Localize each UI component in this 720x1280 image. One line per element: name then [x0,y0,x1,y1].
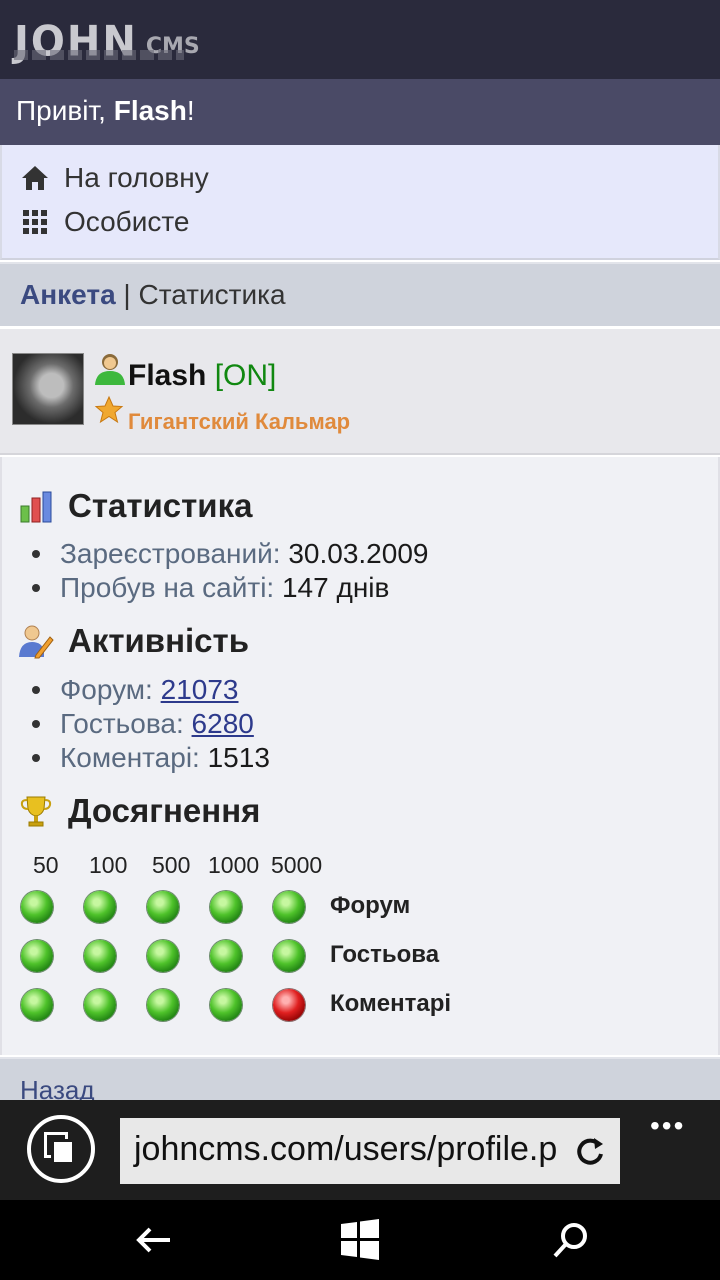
achievements-title: Досягнення [68,792,261,829]
user-rank: Гигантский Кальмар [128,409,351,434]
back-arrow-icon[interactable] [132,1218,176,1262]
achievement-done-icon [21,989,53,1021]
menu-item-home[interactable]: На головну [20,158,209,198]
bullet [32,550,40,558]
site-header: JOHN CMS [0,0,720,79]
tab-separator: | [115,279,139,310]
achievement-done-icon [21,940,53,972]
achievement-row-label: Коментарі [330,990,452,1017]
forum-count-link[interactable]: 21073 [161,673,239,707]
stat-value: 147 днів [281,572,390,603]
user-name: Flash [128,359,207,392]
bullet [32,720,40,728]
address-text: johncms.com/users/profile.p [134,1130,558,1168]
menu-item-label: Особисте [64,206,190,237]
tabs-icon-front [51,1139,75,1165]
activity-heading: Активність [18,622,249,660]
achievement-pending-icon [273,989,305,1021]
grid-icon [23,210,47,234]
main-menu: На головну Особисте [0,145,720,260]
list-item: Коментарі: 1513 [32,741,270,775]
bullet [32,754,40,762]
greeting-username: Flash [113,95,187,126]
threshold-label: 5000 [271,852,323,878]
list-item: Форум: 21073 [32,673,270,707]
profile-content: Статистика Зареєстрований: 30.03.2009 Пр… [0,457,720,1055]
achievements-heading: Досягнення [18,792,260,830]
user-online-icon [95,354,125,385]
profile-tabs: Анкета | Статистика [0,262,720,326]
comments-count: 1513 [207,742,270,773]
user-status: [ON] [214,359,277,392]
windows-start-icon[interactable] [338,1218,382,1262]
home-icon [22,166,48,190]
achievement-done-icon [21,891,53,923]
threshold-label: 50 [33,852,59,878]
threshold-label: 1000 [208,852,260,878]
greeting-suffix: ! [186,95,195,126]
achievement-row-label: Форум [330,892,411,919]
logo-reflection [14,50,184,60]
user-name-line: Flash [ON] [128,359,276,393]
user-edit-icon [19,625,54,659]
user-card: Flash [ON] Гигантский Кальмар [0,327,720,455]
search-icon[interactable] [549,1218,593,1262]
trophy-icon [20,796,52,827]
browser-tabs-button[interactable] [27,1115,95,1183]
threshold-label: 100 [89,852,128,878]
system-nav-bar [0,1200,720,1280]
achievement-done-icon [210,940,242,972]
achievement-done-icon [273,940,305,972]
greeting-bar: Привіт, Flash! [0,79,720,145]
stat-label: Зареєстрований: [60,538,281,569]
achievement-done-icon [84,891,116,923]
achievement-done-icon [273,891,305,923]
bullet [32,686,40,694]
statistics-list: Зареєстрований: 30.03.2009 Пробув на сай… [32,537,428,605]
more-options-button[interactable]: ••• [650,1110,685,1142]
star-icon [94,395,124,424]
achievement-done-icon [147,891,179,923]
bullet [32,584,40,592]
browser-toolbar: johncms.com/users/profile.p ••• [0,1100,720,1200]
list-item: Гостьова: 6280 [32,707,270,741]
stat-label: Пробув на сайті: [60,572,275,603]
achievement-done-icon [84,989,116,1021]
tab-profile[interactable]: Анкета [20,279,116,310]
activity-list: Форум: 21073 Гостьова: 6280 Коментарі: 1… [32,673,270,775]
achievement-done-icon [210,989,242,1021]
statistics-title: Статистика [68,487,253,524]
avatar[interactable] [12,353,84,425]
activity-label: Коментарі: [60,742,200,773]
guestbook-count-link[interactable]: 6280 [192,707,254,741]
list-item: Пробув на сайті: 147 днів [32,571,428,605]
statistics-heading: Статистика [18,487,252,525]
activity-title: Активність [68,622,249,659]
achievement-done-icon [84,940,116,972]
bar-chart-icon [20,491,52,523]
menu-item-personal[interactable]: Особисте [20,202,189,242]
greeting-prefix: Привіт, [16,95,114,126]
stat-value: 30.03.2009 [288,538,429,569]
menu-item-label: На головну [64,162,209,193]
refresh-icon[interactable] [572,1134,608,1170]
achievement-done-icon [147,940,179,972]
achievement-done-icon [147,989,179,1021]
list-item: Зареєстрований: 30.03.2009 [32,537,428,571]
achievement-row-label: Гостьова [330,941,440,968]
achievement-done-icon [210,891,242,923]
tab-statistics: Статистика [138,279,286,310]
activity-label: Форум: [60,674,153,705]
activity-label: Гостьова: [60,708,184,739]
address-bar[interactable]: johncms.com/users/profile.p [120,1118,620,1184]
threshold-label: 500 [152,852,191,878]
